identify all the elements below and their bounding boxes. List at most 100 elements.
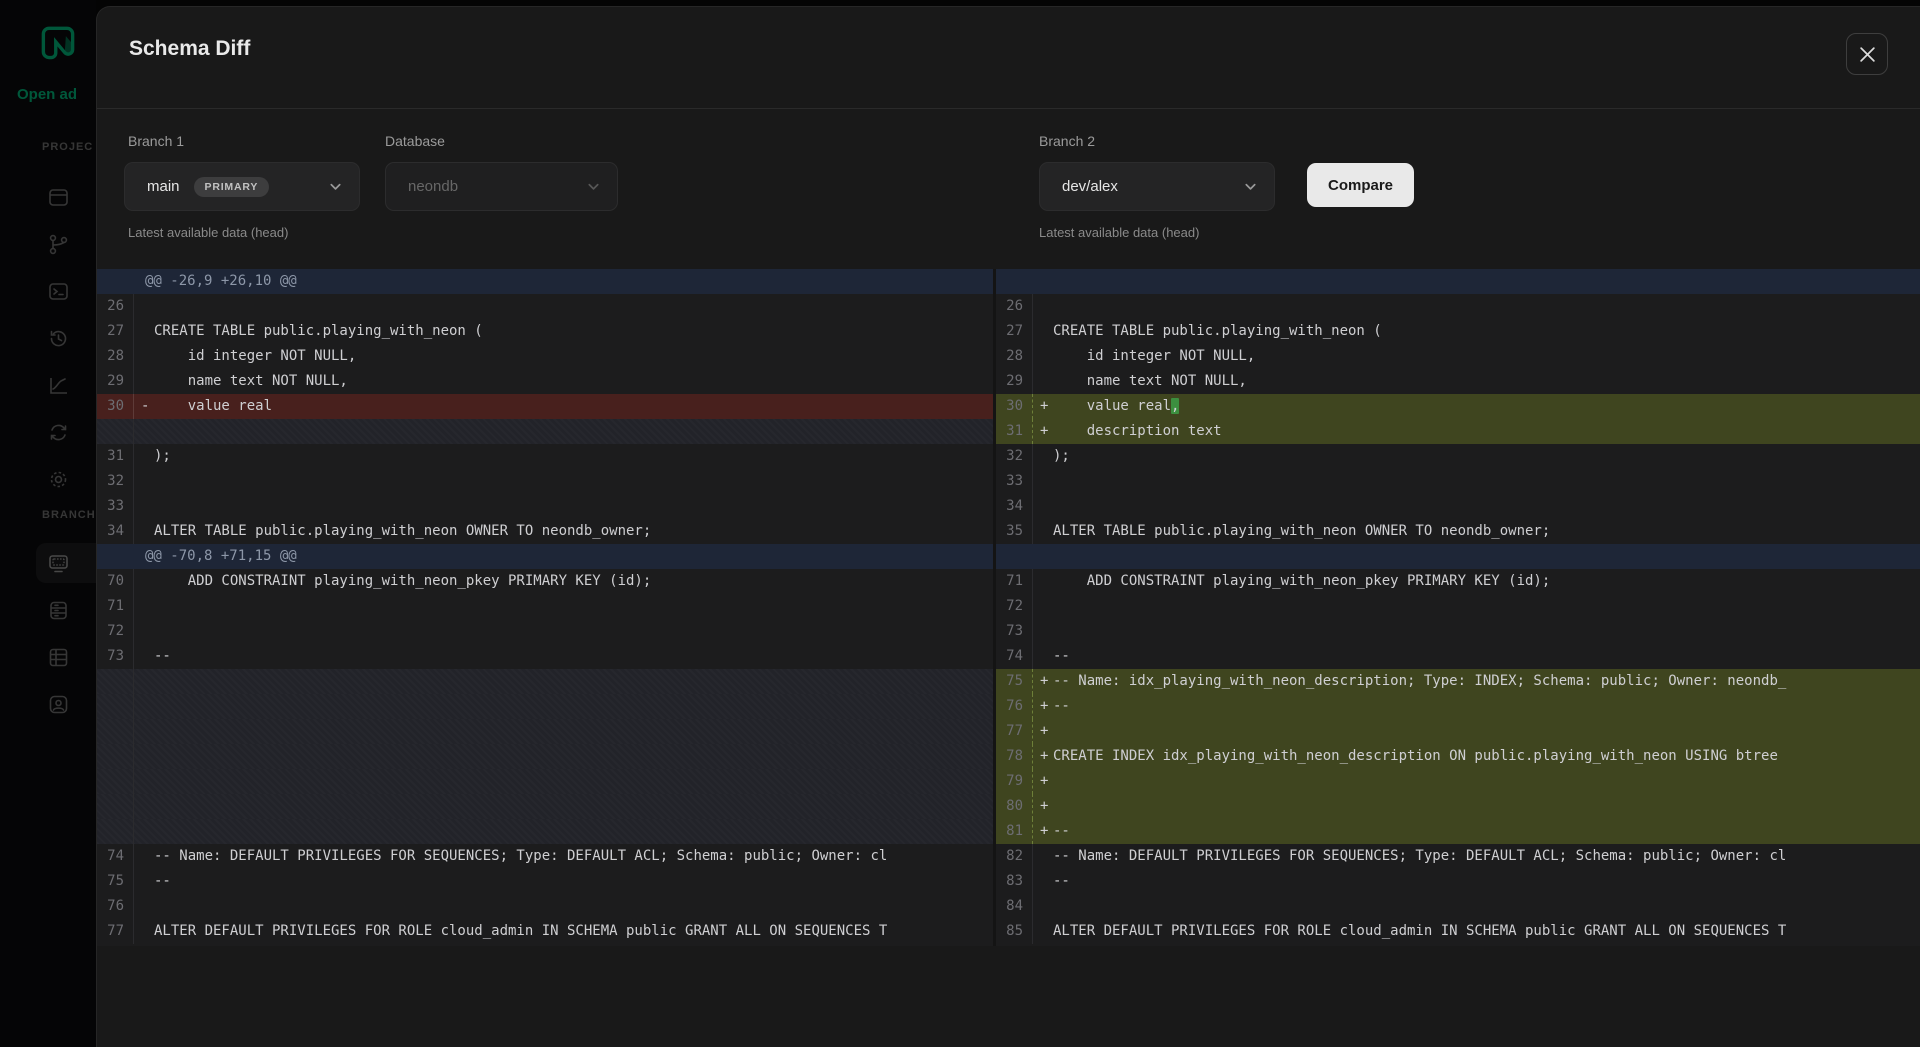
diff-row: 80+ xyxy=(996,794,1920,819)
code-line: -- Name: idx_playing_with_neon_descripti… xyxy=(1053,669,1920,694)
line-number xyxy=(97,769,134,794)
code-line: CREATE TABLE public.playing_with_neon ( xyxy=(154,319,993,344)
code-line xyxy=(154,294,993,319)
code-line: ADD CONSTRAINT playing_with_neon_pkey PR… xyxy=(1053,569,1920,594)
code-line: -- xyxy=(154,644,993,669)
diff-spacer-row xyxy=(97,669,993,694)
diff-row: 70 ADD CONSTRAINT playing_with_neon_pkey… xyxy=(97,569,993,594)
diff-row: 72 xyxy=(97,619,993,644)
database-select[interactable]: neondb xyxy=(385,162,618,211)
schema-diff-view: @@ -26,9 +26,10 @@2627CREATE TABLE publi… xyxy=(97,269,1920,946)
code-line: ADD CONSTRAINT playing_with_neon_pkey PR… xyxy=(154,569,993,594)
code-line: -- Name: DEFAULT PRIVILEGES FOR SEQUENCE… xyxy=(154,844,993,869)
diff-row: 75+-- Name: idx_playing_with_neon_descri… xyxy=(996,669,1920,694)
diff-spacer-row xyxy=(97,744,993,769)
code-line xyxy=(154,694,993,719)
code-line: ALTER DEFAULT PRIVILEGES FOR ROLE cloud_… xyxy=(154,919,993,944)
line-number: 81 xyxy=(996,819,1033,844)
diff-row: 78+CREATE INDEX idx_playing_with_neon_de… xyxy=(996,744,1920,769)
branch2-value: dev/alex xyxy=(1062,178,1118,195)
line-number xyxy=(97,419,134,444)
branch1-select[interactable]: main PRIMARY xyxy=(124,162,360,211)
line-number: 79 xyxy=(996,769,1033,794)
close-button[interactable] xyxy=(1846,33,1888,75)
line-number: 28 xyxy=(996,344,1033,369)
line-number: 34 xyxy=(996,494,1033,519)
diff-row: 83-- xyxy=(996,869,1920,894)
diff-row: 28 id integer NOT NULL, xyxy=(996,344,1920,369)
diff-row: 75-- xyxy=(97,869,993,894)
line-number: 33 xyxy=(996,469,1033,494)
diff-row: 31+ description text xyxy=(996,419,1920,444)
line-number: 78 xyxy=(996,744,1033,769)
line-number: 73 xyxy=(97,644,134,669)
line-number: 76 xyxy=(996,694,1033,719)
code-line xyxy=(154,819,993,844)
diff-spacer-row xyxy=(97,769,993,794)
line-number: 71 xyxy=(97,594,134,619)
code-line: id integer NOT NULL, xyxy=(1053,344,1920,369)
line-number: 30 xyxy=(996,394,1033,419)
diff-row: 84 xyxy=(996,894,1920,919)
modal-header: Schema Diff xyxy=(97,7,1920,109)
code-line xyxy=(1053,719,1920,744)
close-icon xyxy=(1859,46,1876,63)
line-number xyxy=(97,744,134,769)
compare-button[interactable]: Compare xyxy=(1307,163,1414,207)
diff-row: 32); xyxy=(996,444,1920,469)
code-line: ); xyxy=(154,444,993,469)
line-number: 70 xyxy=(97,569,134,594)
line-number xyxy=(97,819,134,844)
chevron-down-icon xyxy=(1243,179,1258,194)
line-number: 27 xyxy=(97,319,134,344)
code-line: value real, xyxy=(1053,394,1920,419)
diff-spacer-row xyxy=(97,419,993,444)
branch1-caption: Latest available data (head) xyxy=(128,225,288,240)
code-line xyxy=(1053,894,1920,919)
diff-row: 34 xyxy=(996,494,1920,519)
line-number: 75 xyxy=(97,869,134,894)
code-line xyxy=(1053,494,1920,519)
line-number: 27 xyxy=(996,319,1033,344)
code-line xyxy=(1053,769,1920,794)
line-number: 74 xyxy=(996,644,1033,669)
diff-row: 71 xyxy=(97,594,993,619)
line-number: 72 xyxy=(996,594,1033,619)
code-line xyxy=(154,619,993,644)
line-number: 84 xyxy=(996,894,1033,919)
diff-row: 71 ADD CONSTRAINT playing_with_neon_pkey… xyxy=(996,569,1920,594)
diff-row: 32 xyxy=(97,469,993,494)
diff-spacer-row xyxy=(97,794,993,819)
line-number: 75 xyxy=(996,669,1033,694)
line-number: 77 xyxy=(996,719,1033,744)
code-line xyxy=(154,894,993,919)
diff-row: 34ALTER TABLE public.playing_with_neon O… xyxy=(97,519,993,544)
code-line: -- xyxy=(1053,869,1920,894)
code-line xyxy=(154,469,993,494)
diff-row: 28 id integer NOT NULL, xyxy=(97,344,993,369)
diff-row: 76+-- xyxy=(996,694,1920,719)
branch1-label: Branch 1 xyxy=(128,133,184,149)
diff-row: 27 CREATE TABLE public.playing_with_neon … xyxy=(97,319,993,344)
diff-pane-branch1[interactable]: @@ -26,9 +26,10 @@2627 CREATE TABLE publi… xyxy=(97,269,993,946)
line-number: 28 xyxy=(97,344,134,369)
line-number: 82 xyxy=(996,844,1033,869)
diff-row: 77+ xyxy=(996,719,1920,744)
line-number: 26 xyxy=(97,294,134,319)
diff-row: 31); xyxy=(97,444,993,469)
line-number: 71 xyxy=(996,569,1033,594)
diff-hunk-header xyxy=(996,269,1920,294)
line-number: 76 xyxy=(97,894,134,919)
code-line: value real xyxy=(154,394,993,419)
diff-hunk-header: @@ -26,9 +26,10 @@ xyxy=(97,269,993,294)
diff-row: 76 xyxy=(97,894,993,919)
diff-row: 72 xyxy=(996,594,1920,619)
line-number: 33 xyxy=(97,494,134,519)
branch2-select[interactable]: dev/alex xyxy=(1039,162,1275,211)
code-line: description text xyxy=(1053,419,1920,444)
diff-pane-branch2[interactable]: 2627CREATE TABLE public.playing_with_neo… xyxy=(996,269,1920,946)
line-number: 80 xyxy=(996,794,1033,819)
code-line xyxy=(1053,594,1920,619)
diff-row: 79+ xyxy=(996,769,1920,794)
code-line: -- xyxy=(1053,819,1920,844)
